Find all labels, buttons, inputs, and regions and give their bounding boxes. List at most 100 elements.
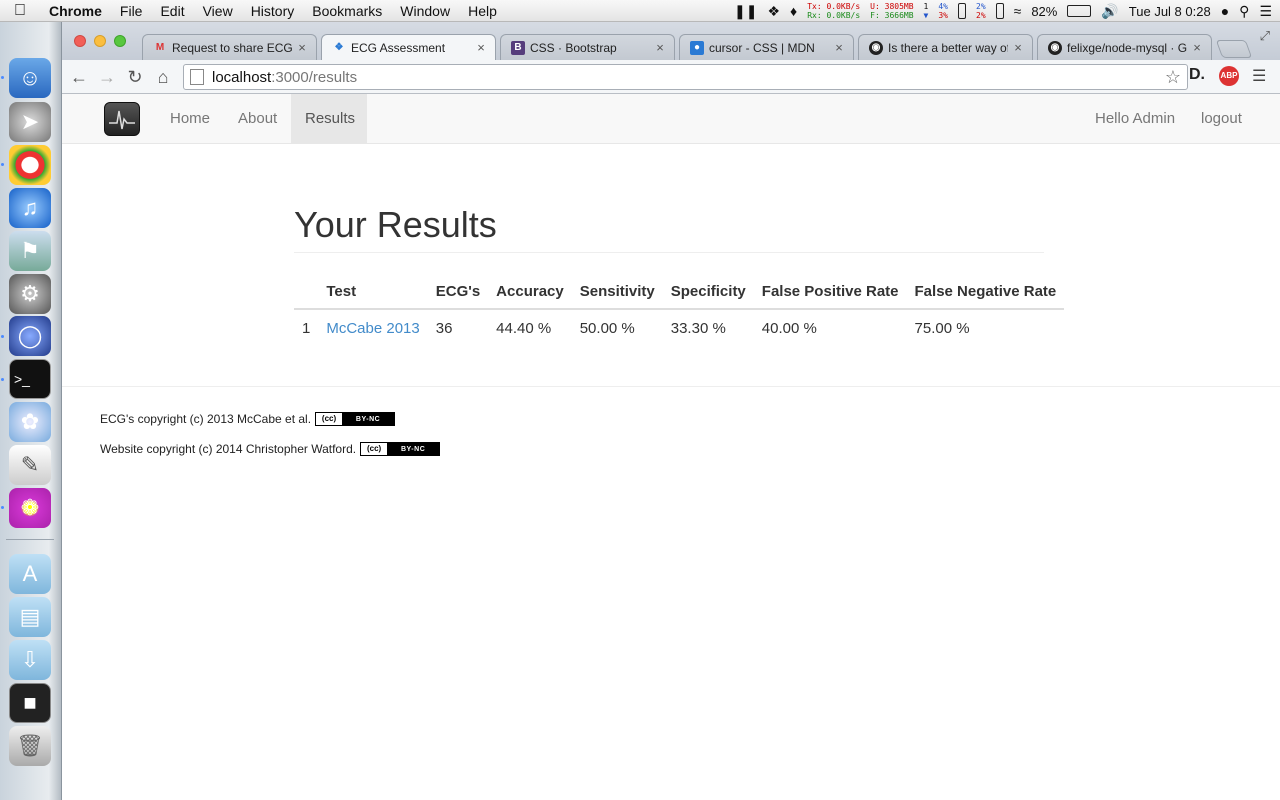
col-header-sensitivity: Sensitivity [571,275,663,310]
nav-results[interactable]: Results [291,94,367,144]
finder-icon[interactable]: ☺ [9,58,51,98]
launchpad-icon[interactable]: ➤ [9,102,51,142]
terminal-icon[interactable]: >_ [9,359,51,399]
cc-license-label: BY-NC [355,415,381,423]
network-monitor[interactable]: Tx: 0.0KB/s Rx: 0.0KB/s [807,2,860,20]
cpu-monitor[interactable]: 4% 3% [938,2,948,20]
macos-menu-bar:  Chrome File Edit View History Bookmark… [0,0,1280,22]
downloads-folder-icon[interactable]: ⇩ [9,640,51,680]
screenshot-stack-icon[interactable]: ■ [9,683,51,723]
spotlight-search-icon[interactable]: ⚲ [1239,3,1249,20]
menu-history[interactable]: History [242,3,304,19]
tab-close-icon[interactable]: × [654,40,666,55]
menu-app-chrome[interactable]: Chrome [40,3,111,19]
battery-percent[interactable]: 82% [1031,4,1057,19]
wifi-icon[interactable]: ≈ [1014,3,1022,19]
tab-gmail[interactable]: M Request to share ECG A × [142,34,317,60]
ecg-waveform-icon [109,110,135,130]
itunes-icon[interactable]: ♫ [9,188,51,228]
tab-close-icon[interactable]: × [1191,40,1203,55]
cpu-a: 4% [938,2,948,11]
back-arrow-icon[interactable]: ← [68,66,90,88]
footer-site-copyright: Website copyright (c) 2014 Christopher W… [100,442,441,456]
menu-file[interactable]: File [111,3,152,19]
address-bar[interactable]: localhost :3000/results ☆ [183,64,1188,90]
dock: ☺ ➤ ♫ ⚑ ⚙ ◯ >_ ✿ ✎ ❁ A ▤ ⇩ ■ 🗑 [0,22,62,800]
menu-bar-status-area: ❚❚ ❖ ♦ Tx: 0.0KB/s Rx: 0.0KB/s U: 3805MB… [734,0,1272,22]
menu-help[interactable]: Help [459,3,506,19]
cc-license-badge[interactable]: (cc) BY-NC [315,412,396,426]
tab-close-icon[interactable]: × [475,40,487,55]
col-header-ecgs: ECG's [427,275,489,310]
cell-fnr: 75.00 % [906,308,1065,346]
apple-menu-icon[interactable]:  [0,2,40,20]
cell-fpr: 40.00 % [753,308,907,346]
notification-bell-icon[interactable]: ♦ [790,3,797,19]
home-icon[interactable]: ⌂ [152,66,174,88]
github-icon: ◉ [1048,40,1062,55]
menu-view[interactable]: View [194,3,242,19]
tab-better-way[interactable]: ◉ Is there a better way of × [858,34,1033,60]
bookmark-star-icon[interactable]: ☆ [1165,67,1181,88]
dropbox-icon[interactable]: ❖ [767,3,780,20]
net-rx: Rx: 0.0KB/s [807,11,861,20]
reload-icon[interactable]: ↻ [124,66,146,88]
test-link[interactable]: McCabe 2013 [326,320,419,337]
clock[interactable]: Tue Jul 8 0:28 [1129,4,1211,19]
cpu-monitor-2[interactable]: 2% 2% [976,2,986,20]
volume-icon[interactable]: 🔊 [1101,3,1118,20]
memory-monitor[interactable]: U: 3805MB F: 3666MB [870,2,913,20]
tab-mdn[interactable]: ● cursor - CSS | MDN × [679,34,854,60]
nav-hello-admin[interactable]: Hello Admin [1081,94,1189,144]
results-table: Test ECG's Accuracy Sensitivity Specific… [294,275,1065,346]
new-tab-button[interactable] [1215,40,1253,58]
documents-folder-icon[interactable]: ▤ [9,597,51,637]
system-preferences-icon[interactable]: ⚙ [9,274,51,314]
nav-logout[interactable]: logout [1187,94,1256,144]
minimize-window-button[interactable] [94,35,106,47]
pause-icon[interactable]: ❚❚ [734,3,757,20]
tab-ecg-assessment[interactable]: ❖ ECG Assessment × [321,34,496,60]
flower-app-icon[interactable]: ❁ [9,488,51,528]
nav-home[interactable]: Home [156,94,224,144]
tab-close-icon[interactable]: × [833,40,845,55]
col-header-index [294,275,319,310]
forward-arrow-icon[interactable]: → [96,66,118,88]
dock-separator [6,539,54,540]
user-icon[interactable]: ● [1221,3,1229,19]
menu-bookmarks[interactable]: Bookmarks [303,3,391,19]
notification-center-icon[interactable]: ☰ [1259,3,1272,20]
running-indicator [1,76,4,79]
extension-d-icon[interactable]: D. [1189,66,1205,84]
nav-about[interactable]: About [224,94,291,144]
maps-icon[interactable]: ⚑ [9,231,51,271]
tab-close-icon[interactable]: × [296,40,308,55]
zoom-window-button[interactable] [114,35,126,47]
cc-license-badge[interactable]: (cc) BY-NC [360,442,441,456]
trash-icon[interactable]: 🗑 [9,726,51,766]
close-window-button[interactable] [74,35,86,47]
cell-accuracy: 44.40 % [488,308,572,346]
adblock-icon[interactable]: ABP [1219,66,1239,86]
fullscreen-icon[interactable]: ⤢ [1260,28,1270,44]
chrome-icon[interactable] [9,145,51,185]
fish-app-icon[interactable]: ✿ [9,402,51,442]
battery-icon[interactable] [1067,5,1092,17]
url-path: :3000/results [271,68,358,86]
applications-folder-icon[interactable]: A [9,554,51,594]
title-divider [294,252,1044,253]
menu-edit[interactable]: Edit [151,3,193,19]
ecg-logo-icon[interactable] [104,102,140,136]
tab-label: cursor - CSS | MDN [709,40,815,55]
running-indicator [1,163,4,166]
menu-window[interactable]: Window [391,3,459,19]
tab-close-icon[interactable]: × [1012,40,1024,55]
tab-label: Is there a better way of [888,40,1008,55]
textedit-icon[interactable]: ✎ [9,445,51,485]
chrome-menu-icon[interactable]: ☰ [1252,66,1266,86]
eclipse-icon[interactable]: ◯ [9,316,51,356]
tab-node-mysql[interactable]: ◉ felixge/node-mysql · G × [1037,34,1212,60]
tab-strip: M Request to share ECG A × ❖ ECG Assessm… [62,22,1280,60]
tab-bootstrap[interactable]: B CSS · Bootstrap × [500,34,675,60]
disk-monitor[interactable]: 1 ▼ [924,2,929,20]
